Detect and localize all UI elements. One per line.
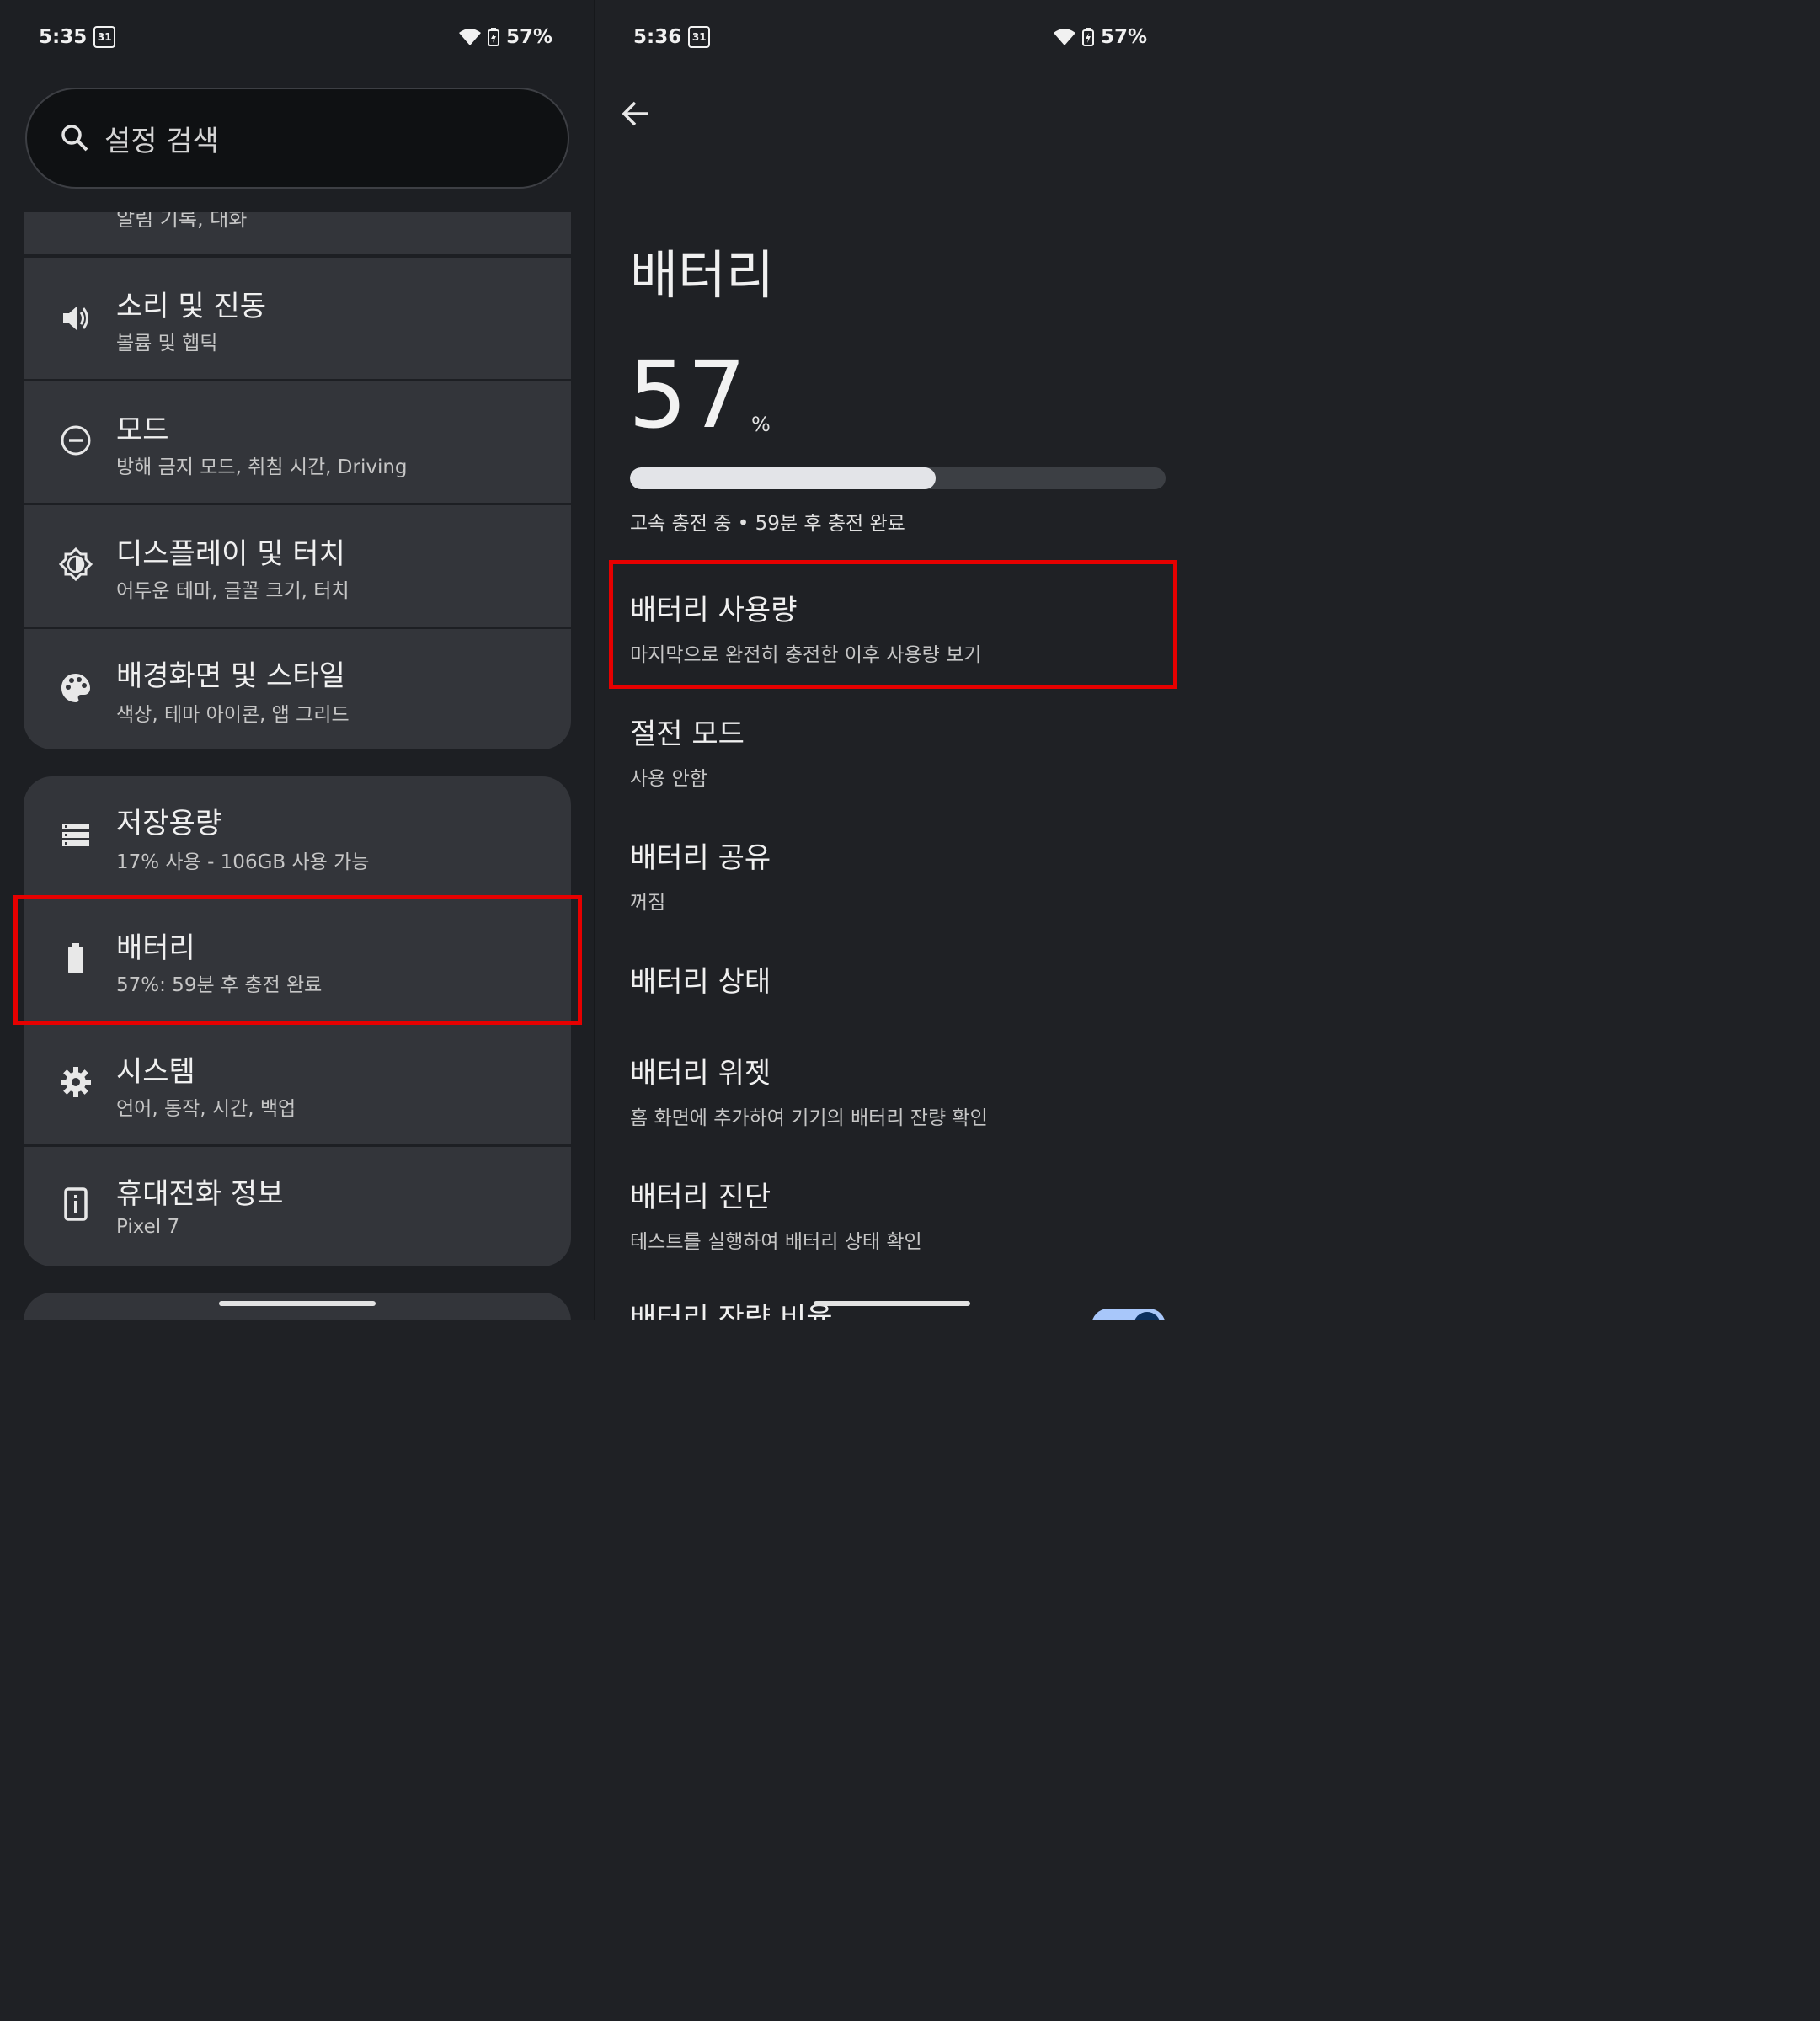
settings-item-about-phone[interactable]: 휴대전화 정보 Pixel 7 bbox=[24, 1147, 571, 1266]
battery-usage-item[interactable]: 배터리 사용량 마지막으로 완전히 충전한 이후 사용량 보기 bbox=[630, 587, 1169, 667]
battery-saver-item[interactable]: 절전 모드 사용 안함 bbox=[630, 711, 1169, 791]
back-arrow-icon[interactable] bbox=[622, 99, 650, 128]
item-title: 절전 모드 bbox=[630, 717, 745, 751]
settings-item-sub: 어두운 테마, 글꼴 크기, 터치 bbox=[116, 580, 350, 602]
settings-item-title: 디스플레이 및 터치 bbox=[116, 537, 345, 571]
settings-main-screen: 5:35 31 57% 설정 검색 알림 기록, 대화 소리 및 진동 볼륨 및… bbox=[0, 0, 595, 1320]
settings-item-sub: 볼륨 및 햅틱 bbox=[116, 333, 218, 355]
volume-icon bbox=[59, 301, 93, 335]
settings-item-title: 휴대전화 정보 bbox=[116, 1177, 284, 1211]
item-title: 배터리 상태 bbox=[630, 965, 771, 999]
battery-widget-item[interactable]: 배터리 위젯 홈 화면에 추가하여 기기의 배터리 잔량 확인 bbox=[630, 1050, 1169, 1130]
battery-percentage-item[interactable]: 배터리 잔량 비율 bbox=[630, 1295, 1169, 1320]
charge-status: 고속 충전 중 • 59분 후 충전 완료 bbox=[630, 513, 905, 535]
settings-item-sub: 알림 기록, 대화 bbox=[116, 212, 248, 231]
battery-settings-screen: 5:36 31 57% 배터리 57 % 고속 충전 중 • 59분 후 충전 … bbox=[595, 0, 1189, 1320]
gear-icon bbox=[59, 1065, 93, 1099]
item-title: 배터리 사용량 bbox=[630, 594, 798, 627]
battery-level-bar bbox=[630, 467, 1166, 489]
settings-item-notifications[interactable]: 알림 기록, 대화 bbox=[24, 212, 571, 254]
settings-item-sub: 방해 금지 모드, 취침 시간, Driving bbox=[116, 456, 408, 478]
item-title: 배터리 위젯 bbox=[630, 1057, 771, 1090]
settings-item-battery[interactable]: 배터리 57%: 59분 후 충전 완료 bbox=[24, 899, 571, 1021]
search-bar[interactable]: 설정 검색 bbox=[25, 88, 569, 189]
settings-item-system[interactable]: 시스템 언어, 동작, 시간, 백업 bbox=[24, 1023, 571, 1144]
settings-item-sub: 57%: 59분 후 충전 완료 bbox=[116, 974, 323, 996]
gesture-nav-handle[interactable] bbox=[219, 1301, 376, 1306]
battery-diagnostics-item[interactable]: 배터리 진단 테스트를 실행하여 배터리 상태 확인 bbox=[630, 1174, 1169, 1254]
settings-item-wallpaper[interactable]: 배경화면 및 스타일 색상, 테마 아이콘, 앱 그리드 bbox=[24, 629, 571, 749]
settings-item-sound[interactable]: 소리 및 진동 볼륨 및 햅틱 bbox=[24, 258, 571, 379]
item-sub: 마지막으로 완전히 충전한 이후 사용량 보기 bbox=[630, 644, 982, 666]
wifi-icon bbox=[458, 29, 481, 45]
status-time: 5:36 bbox=[633, 26, 682, 48]
item-title: 배터리 진단 bbox=[630, 1181, 771, 1214]
item-sub: 사용 안함 bbox=[630, 768, 707, 790]
item-sub: 홈 화면에 추가하여 기기의 배터리 잔량 확인 bbox=[630, 1107, 988, 1129]
settings-item-title: 모드 bbox=[116, 413, 169, 447]
phone-info-icon bbox=[59, 1187, 93, 1221]
search-icon bbox=[61, 125, 88, 152]
settings-item-next-partial[interactable] bbox=[24, 1293, 571, 1320]
item-title: 배터리 공유 bbox=[630, 841, 771, 875]
battery-percentage-toggle[interactable] bbox=[1091, 1309, 1166, 1320]
battery-level: 57 % bbox=[628, 349, 771, 441]
gesture-nav-handle[interactable] bbox=[814, 1301, 970, 1306]
battery-health-item[interactable]: 배터리 상태 bbox=[630, 958, 1169, 1000]
settings-item-storage[interactable]: 저장용량 17% 사용 - 106GB 사용 가능 bbox=[24, 776, 571, 896]
settings-item-sub: 17% 사용 - 106GB 사용 가능 bbox=[116, 851, 370, 873]
battery-icon bbox=[59, 941, 93, 975]
item-sub: 꺼짐 bbox=[630, 892, 666, 914]
battery-share-item[interactable]: 배터리 공유 꺼짐 bbox=[630, 835, 1169, 915]
battery-level-bar-fill bbox=[630, 467, 936, 489]
battery-percent: 57% bbox=[505, 26, 552, 48]
settings-item-sub: Pixel 7 bbox=[116, 1216, 180, 1238]
page-title: 배터리 bbox=[630, 244, 775, 306]
battery-level-value: 57 bbox=[628, 341, 746, 449]
settings-item-title: 시스템 bbox=[116, 1055, 195, 1089]
settings-item-title: 배터리 bbox=[116, 931, 195, 965]
settings-item-modes[interactable]: 모드 방해 금지 모드, 취침 시간, Driving bbox=[24, 381, 571, 503]
battery-charging-icon bbox=[1081, 28, 1094, 46]
battery-percent: 57% bbox=[1100, 26, 1147, 48]
status-bar: 5:35 31 57% bbox=[39, 22, 552, 52]
battery-level-unit: % bbox=[750, 413, 771, 436]
item-title: 배터리 잔량 비율 bbox=[630, 1302, 833, 1320]
settings-item-title: 배경화면 및 스타일 bbox=[116, 659, 345, 693]
toggle-thumb bbox=[1134, 1312, 1161, 1320]
display-brightness-icon bbox=[59, 547, 93, 581]
mode-icon bbox=[59, 424, 93, 457]
settings-item-display[interactable]: 디스플레이 및 터치 어두운 테마, 글꼴 크기, 터치 bbox=[24, 505, 571, 627]
wifi-icon bbox=[1053, 29, 1075, 45]
status-bar: 5:36 31 57% bbox=[633, 22, 1147, 52]
settings-item-title: 소리 및 진동 bbox=[116, 290, 267, 323]
item-sub: 테스트를 실행하여 배터리 상태 확인 bbox=[630, 1231, 922, 1253]
battery-charging-icon bbox=[487, 28, 499, 46]
storage-icon bbox=[59, 819, 93, 852]
search-placeholder: 설정 검색 bbox=[104, 124, 219, 158]
settings-item-sub: 색상, 테마 아이콘, 앱 그리드 bbox=[116, 704, 350, 726]
settings-item-sub: 언어, 동작, 시간, 백업 bbox=[116, 1098, 296, 1120]
settings-item-title: 저장용량 bbox=[116, 807, 222, 840]
palette-icon bbox=[59, 671, 93, 705]
status-time: 5:35 bbox=[39, 26, 88, 48]
calendar-icon: 31 bbox=[93, 26, 116, 48]
calendar-icon: 31 bbox=[688, 26, 711, 48]
